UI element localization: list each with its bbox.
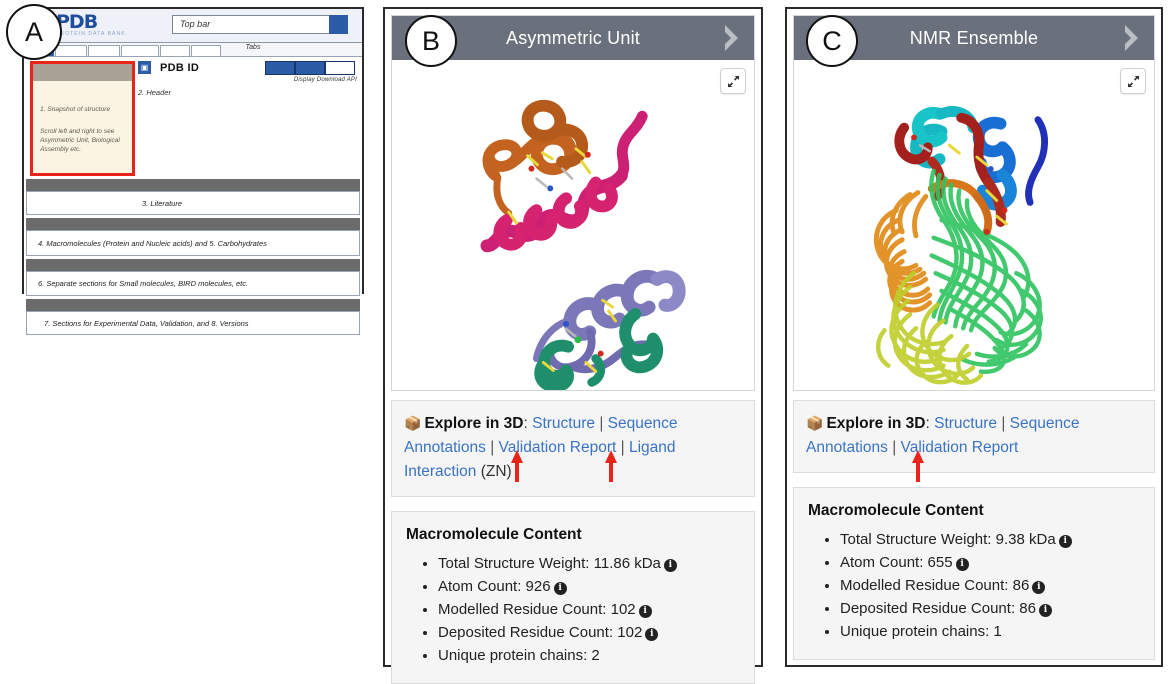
item-text: Unique protein chains: 1 xyxy=(840,623,1002,640)
list-item: Deposited Residue Count: 86i xyxy=(840,597,1140,620)
macromolecule-content-b: Macromolecule Content Total Structure We… xyxy=(391,511,755,684)
callout-marker-a: A xyxy=(6,4,62,60)
annotation-arrow-validation-b xyxy=(511,450,523,482)
search-input[interactable]: Top bar xyxy=(172,15,348,34)
expand-diagonal-icon-c[interactable] xyxy=(1120,68,1146,94)
section-bar-small-molecules xyxy=(26,259,360,271)
list-item: Total Structure Weight: 9.38 kDai xyxy=(840,528,1140,551)
next-view-button-c[interactable] xyxy=(1118,21,1144,55)
structure-canvas-c[interactable] xyxy=(794,60,1154,390)
link-structure-b[interactable]: Structure xyxy=(532,415,595,432)
section-bar-experimental xyxy=(26,299,360,311)
info-icon[interactable]: i xyxy=(553,582,567,595)
pdb-badge-icon: ▣ xyxy=(138,61,151,74)
header-section-label: 2. Header xyxy=(138,88,171,97)
list-item: Unique protein chains: 1 xyxy=(840,620,1140,643)
wireframe-body: 1. Snapshot of structure Scroll left and… xyxy=(24,57,362,335)
info-icon[interactable]: i xyxy=(1032,581,1046,594)
item-text: Modelled Residue Count: 86 xyxy=(840,577,1030,594)
display-download-api-buttons[interactable] xyxy=(265,61,355,75)
macromolecule-content-c: Macromolecule Content Total Structure We… xyxy=(793,487,1155,660)
info-icon[interactable]: i xyxy=(1058,535,1072,548)
pdb-logo-text: PDB xyxy=(56,10,98,33)
info-icon[interactable]: i xyxy=(638,605,652,618)
callout-marker-b: B xyxy=(405,15,457,67)
item-text: Unique protein chains: 2 xyxy=(438,647,600,664)
explore-3d-section-c: 📦 Explore in 3D: Structure | Sequence Ann… xyxy=(793,400,1155,473)
pdb-logo-subtitle: PROTEIN DATA BANK xyxy=(56,30,126,37)
pdb-logo[interactable]: PDB PROTEIN DATA BANK xyxy=(56,10,148,38)
cube-3d-icon-c: 📦 xyxy=(806,415,824,431)
wireframe-panel: PDB PROTEIN DATA BANK Top bar Tabs 1. Sn… xyxy=(22,7,364,335)
list-item: Atom Count: 926i xyxy=(438,575,740,598)
section-label-small-molecules: 6. Separate sections for Small molecules… xyxy=(38,279,249,288)
nmr-ensemble-cartoon xyxy=(873,106,1049,385)
nmr-ensemble-card: NMR Ensemble 📦 Explore in 3D: Structure … xyxy=(785,7,1163,667)
info-icon[interactable]: i xyxy=(1038,604,1052,617)
item-text: Deposited Residue Count: 102 xyxy=(438,624,643,641)
ligand-code-b: (ZN) xyxy=(480,463,512,480)
search-button-icon[interactable] xyxy=(329,15,348,34)
viewer-title-c: NMR Ensemble xyxy=(909,27,1039,48)
list-item: Deposited Residue Count: 102i xyxy=(438,621,740,644)
cube-3d-icon-b: 📦 xyxy=(404,415,422,431)
macromolecule-title-c: Macromolecule Content xyxy=(808,502,984,519)
wireframe-header-block: ▣ PDB ID Display Download API 2. Header xyxy=(138,61,359,97)
macromolecule-title-b: Macromolecule Content xyxy=(406,526,582,543)
expand-diagonal-icon-b[interactable] xyxy=(720,68,746,94)
explore-3d-section-b: 📦 Explore in 3D: Structure | Sequence Ann… xyxy=(391,400,755,497)
annotation-arrow-ligand-b xyxy=(605,450,617,482)
list-item: Unique protein chains: 2 xyxy=(438,644,740,667)
section-box-literature xyxy=(26,191,360,215)
explore-colon-b: : xyxy=(523,415,528,432)
viewer-title-b: Asymmetric Unit xyxy=(505,27,640,48)
snapshot-highlight-box[interactable]: 1. Snapshot of structure Scroll left and… xyxy=(30,61,135,176)
item-text: Atom Count: 926 xyxy=(438,578,551,595)
download-button[interactable] xyxy=(295,61,325,75)
section-label-experimental: 7. Sections for Experimental Data, Valid… xyxy=(44,319,249,328)
explore-3d-label-b: Explore in 3D xyxy=(424,415,524,432)
section-label-literature: 3. Literature xyxy=(142,199,183,208)
section-bar-macromolecules xyxy=(26,218,360,230)
pdb-id-label: PDB ID xyxy=(160,61,200,74)
list-item: Modelled Residue Count: 86i xyxy=(840,574,1140,597)
annotation-arrow-validation-c xyxy=(912,450,924,482)
snapshot-title: 1. Snapshot of structure xyxy=(40,106,111,113)
explore-3d-label-c: Explore in 3D xyxy=(826,415,926,432)
asymmetric-unit-card: Asymmetric Unit 📦 Explore in 3D: Structu… xyxy=(383,7,763,684)
callout-marker-c: C xyxy=(806,15,858,67)
api-button[interactable] xyxy=(325,61,355,75)
screenshot-stage: PDB PROTEIN DATA BANK Top bar Tabs 1. Sn… xyxy=(0,0,1170,684)
info-icon[interactable]: i xyxy=(645,628,659,641)
wireframe-tab-strip: Tabs xyxy=(24,43,362,57)
list-item: Total Structure Weight: 11.86 kDai xyxy=(438,552,740,575)
list-item: Modelled Residue Count: 102i xyxy=(438,598,740,621)
structure-viewer-c: NMR Ensemble xyxy=(793,15,1155,391)
snapshot-hint: Scroll left and right to see Asymmetric … xyxy=(40,128,120,153)
display-download-api-labels: Display Download API xyxy=(293,77,357,83)
display-button[interactable] xyxy=(265,61,295,75)
item-text: Deposited Residue Count: 86 xyxy=(840,600,1036,617)
next-view-button-b[interactable] xyxy=(718,21,744,55)
link-structure-c[interactable]: Structure xyxy=(934,415,997,432)
list-item: Atom Count: 655i xyxy=(840,551,1140,574)
wireframe-top-bar: PDB PROTEIN DATA BANK Top bar xyxy=(24,9,362,43)
structure-viewer-b: Asymmetric Unit xyxy=(391,15,755,391)
section-bar-literature xyxy=(26,179,360,191)
snapshot-image-placeholder xyxy=(33,64,132,81)
item-text: Total Structure Weight: 11.86 kDa xyxy=(438,555,661,572)
tabs-label: Tabs xyxy=(245,44,261,51)
item-text: Total Structure Weight: 9.38 kDa xyxy=(840,531,1056,548)
info-icon[interactable]: i xyxy=(955,558,969,571)
structure-canvas-b[interactable] xyxy=(392,60,754,390)
item-text: Atom Count: 655 xyxy=(840,554,953,571)
asymmetric-unit-cartoon xyxy=(480,99,686,390)
explore-colon-c: : xyxy=(925,415,930,432)
section-label-macromolecules: 4. Macromolecules (Protein and Nucleic a… xyxy=(38,239,267,248)
macromolecule-list-c: Total Structure Weight: 9.38 kDai Atom C… xyxy=(808,528,1140,643)
info-icon[interactable]: i xyxy=(663,559,677,572)
item-text: Modelled Residue Count: 102 xyxy=(438,601,636,618)
macromolecule-list-b: Total Structure Weight: 11.86 kDai Atom … xyxy=(406,552,740,667)
